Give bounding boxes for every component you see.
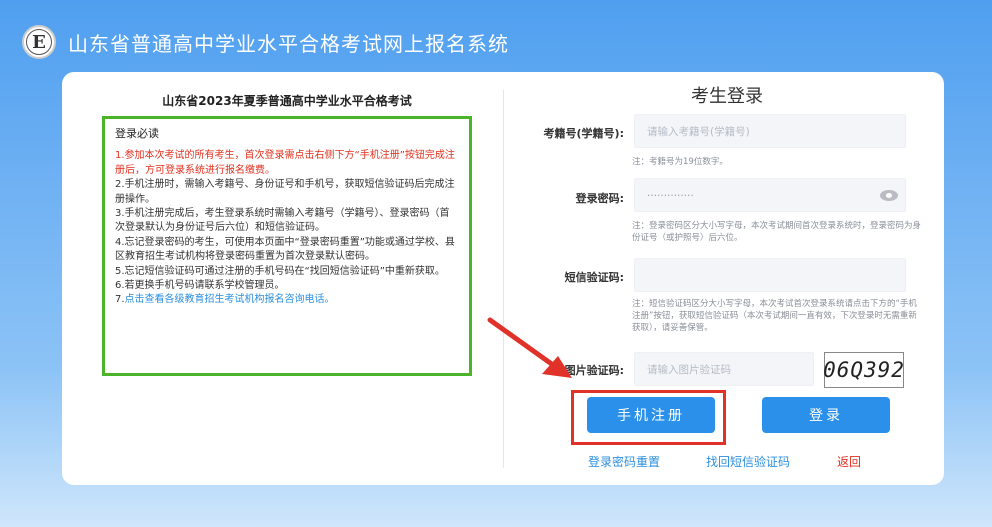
notice-item-6: 6.若更换手机号码请联系学校管理员。 — [115, 280, 285, 292]
password-input[interactable]: ·············· — [634, 178, 906, 212]
notice-item-7: 7.点击查看各级教育招生考试机构报名咨询电话。 — [115, 293, 459, 307]
main-card: 山东省2023年夏季普通高中学业水平合格考试 登录必读 1.参加本次考试的所有考… — [62, 72, 944, 485]
reset-password-link[interactable]: 登录密码重置 — [588, 453, 660, 470]
back-link[interactable]: 返回 — [837, 453, 861, 470]
notice-box: 登录必读 1.参加本次考试的所有考生，首次登录需点击右侧下方“手机注册”按钮完成… — [102, 116, 472, 376]
register-button[interactable]: 手机注册 — [587, 397, 715, 433]
consult-phone-link[interactable]: 点击查看各级教育招生考试机构报名咨询电话。 — [125, 294, 335, 305]
site-logo-icon: E — [22, 25, 56, 59]
site-title: 山东省普通高中学业水平合格考试网上报名系统 — [68, 31, 509, 56]
password-label: 登录密码: — [575, 192, 624, 205]
notice-item-2: 2.手机注册时，需输入考籍号、身份证号和手机号，获取短信验证码后完成注册操作。 — [115, 179, 455, 205]
notice-item-4: 4.忘记登录密码的考生，可使用本页面中“登录密码重置”功能或通过学校、县区教育招… — [115, 236, 455, 263]
exam-id-label: 考籍号(学籍号): — [543, 127, 624, 140]
sms-code-input[interactable] — [634, 258, 906, 292]
exam-id-input[interactable]: 请输入考籍号(学籍号) — [634, 114, 906, 148]
captcha-image[interactable]: 06Q392 — [823, 352, 905, 388]
logo-glyph: E — [32, 31, 46, 53]
header: E 山东省普通高中学业水平合格考试网上报名系统 — [22, 22, 509, 62]
notice-title: 山东省2023年夏季普通高中学业水平合格考试 — [162, 94, 412, 108]
red-arrow-icon — [487, 317, 572, 378]
sms-code-hint: 注：短信验证码区分大小写字母，本次考试首次登录系统请点击下方的“手机注册”按钮，… — [632, 299, 917, 333]
notice-item-3: 3.手机注册完成后，考生登录系统时需输入考籍号（学籍号）、登录密码（首次登录默认… — [115, 208, 450, 234]
password-hint: 注：登录密码区分大小写字母，本次考试期间首次登录系统时，登录密码为身份证号（或护… — [632, 221, 922, 243]
divider — [503, 90, 504, 468]
login-button[interactable]: 登录 — [762, 397, 890, 433]
login-title: 考生登录 — [691, 86, 763, 107]
notice-item-5: 5.忘记短信验证码可通过注册的手机号码在“找回短信验证码”中重新获取。 — [115, 265, 445, 277]
notice-item-1: 1.参加本次考试的所有考生，首次登录需点击右侧下方“手机注册”按钮完成注册后，方… — [115, 150, 455, 176]
notice-heading: 登录必读 — [115, 127, 159, 140]
eye-icon[interactable] — [880, 190, 898, 201]
captcha-input[interactable]: 请输入图片验证码 — [634, 352, 814, 386]
exam-id-hint: 注：考籍号为19位数字。 — [632, 157, 728, 167]
captcha-text: 06Q392 — [823, 358, 905, 382]
sms-code-label: 短信验证码: — [564, 271, 624, 284]
notice-item-7-prefix: 7. — [115, 294, 125, 306]
recover-sms-link[interactable]: 找回短信验证码 — [706, 453, 790, 470]
